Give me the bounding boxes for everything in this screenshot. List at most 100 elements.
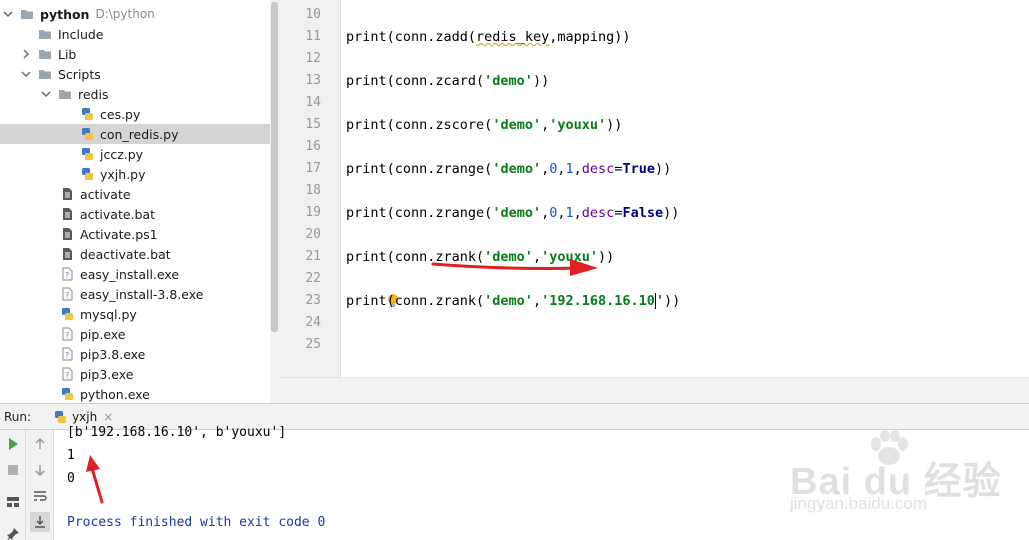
lightbulb-icon[interactable] [353,268,400,307]
tree-item-label: python.exe [80,386,150,402]
line-number: 23 [305,293,321,308]
scroll-to-end-icon [35,516,45,528]
tree-root-python[interactable]: python D:\python [0,4,270,24]
tree-item-pip3-exe[interactable]: ? pip3.exe [0,364,270,384]
code-line-21[interactable]: print(conn.zrank('demo','youxu')) [346,246,614,268]
tree-item-label: con_redis.py [100,126,179,142]
tree-item-yxjh-py[interactable]: yxjh.py [0,164,270,184]
run-tab-label: yxjh [72,409,98,424]
tree-item-activate-ps1[interactable]: Activate.ps1 [0,224,270,244]
tree-item-label: activate.bat [80,206,156,222]
line-number: 12 [305,51,321,66]
tree-item-label: pip3.exe [80,366,134,382]
pin-button[interactable] [3,524,23,540]
text-file-icon [60,247,74,261]
pin-icon [7,528,19,540]
code-editor[interactable]: print(conn.zadd(redis_key,mapping)) prin… [341,0,1029,377]
tree-item-redis[interactable]: redis [0,84,270,104]
line-number: 19 [305,205,321,220]
scroll-down-button[interactable] [30,460,50,480]
tree-item-label: ces.py [100,106,141,122]
tree-item-python-exe[interactable]: python.exe [0,384,270,403]
tree-item-scripts[interactable]: Scripts [0,64,270,84]
project-tree: python D:\python Include Lib Scripts red… [0,0,270,403]
chevron-down-icon[interactable] [40,88,52,100]
close-icon[interactable]: × [103,410,113,424]
chevron-right-icon[interactable] [20,48,32,60]
code-line-23[interactable]: print(conn.zrank('demo','192.168.16.10')… [346,290,680,312]
tree-item-label: pip.exe [80,326,126,342]
tree-item-label: easy_install-3.8.exe [80,286,204,302]
run-toolbar-secondary [26,430,54,540]
python-file-icon [80,147,94,161]
unknown-file-icon: ? [60,347,74,361]
arrow-up-icon [35,437,45,449]
line-number: 16 [305,139,321,154]
line-number-gutter: 10 11 12 13 14 15 16 17 18 19 20 21 22 2… [279,0,341,377]
tree-item-label: Activate.ps1 [80,226,158,242]
stop-button[interactable] [3,460,23,480]
code-line-13[interactable]: print(conn.zcard('demo')) [346,70,549,92]
folder-icon [20,7,34,21]
tree-item-label: Scripts [58,66,101,82]
line-number: 13 [305,73,321,88]
unknown-file-icon: ? [60,367,74,381]
tree-item-jccz-py[interactable]: jccz.py [0,144,270,164]
tree-scrollbar-thumb[interactable] [271,2,278,332]
tree-item-label: activate [80,186,131,202]
console-line: 1 [67,448,75,463]
tree-item-easy-install-38-exe[interactable]: ? easy_install-3.8.exe [0,284,270,304]
tree-item-activate[interactable]: activate [0,184,270,204]
python-file-icon [53,410,67,424]
svg-text:?: ? [65,371,69,380]
tree-item-deactivate-bat[interactable]: deactivate.bat [0,244,270,264]
code-line-11[interactable]: print(conn.zadd(redis_key,mapping)) [346,26,630,48]
folder-icon [38,67,52,81]
line-number: 17 [305,161,321,176]
python-file-icon [60,387,74,401]
python-file-icon [80,127,94,141]
tree-item-label: pip3.8.exe [80,346,146,362]
tree-item-easy-install-exe[interactable]: ? easy_install.exe [0,264,270,284]
rerun-button[interactable] [3,434,23,454]
chevron-down-icon[interactable] [2,8,14,20]
folder-icon [38,27,52,41]
line-number: 21 [305,249,321,264]
run-toolbar-primary [0,430,26,540]
folder-icon [38,47,52,61]
tree-item-label: easy_install.exe [80,266,180,282]
scroll-to-end-button[interactable] [30,512,50,532]
baidu-jingyan-watermark: Bai du 经验 jingyan.baidu.com [790,430,1020,520]
tree-item-mysql-py[interactable]: mysql.py [0,304,270,324]
chevron-down-icon[interactable] [20,68,32,80]
tree-item-pip38-exe[interactable]: ? pip3.8.exe [0,344,270,364]
tree-item-ces-py[interactable]: ces.py [0,104,270,124]
line-number: 20 [305,227,321,242]
scroll-up-button[interactable] [30,434,50,454]
code-line-19[interactable]: print(conn.zrange('demo',0,1,desc=False)… [346,202,679,224]
layout-button[interactable] [3,492,23,512]
soft-wrap-button[interactable] [30,486,50,506]
soft-wrap-icon [34,491,47,501]
stop-icon [8,465,18,475]
text-file-icon [60,207,74,221]
tree-item-label: mysql.py [80,306,137,322]
run-label: Run: [4,409,32,424]
line-number: 22 [305,271,321,286]
line-number: 15 [305,117,321,132]
svg-text:?: ? [65,351,69,360]
tree-item-lib[interactable]: Lib [0,44,270,64]
python-file-icon [80,167,94,181]
tree-item-label: redis [78,86,109,102]
tree-item-activate-bat[interactable]: activate.bat [0,204,270,224]
tree-item-pip-exe[interactable]: ? pip.exe [0,324,270,344]
line-number: 18 [305,183,321,198]
tree-item-label: jccz.py [100,146,144,162]
tree-item-con-redis-py[interactable]: con_redis.py [0,124,270,144]
unknown-file-icon: ? [60,267,74,281]
unknown-file-icon: ? [60,287,74,301]
tree-item-include[interactable]: Include [0,24,270,44]
line-number: 10 [305,7,321,22]
code-line-17[interactable]: print(conn.zrange('demo',0,1,desc=True)) [346,158,671,180]
code-line-15[interactable]: print(conn.zscore('demo','youxu')) [346,114,622,136]
